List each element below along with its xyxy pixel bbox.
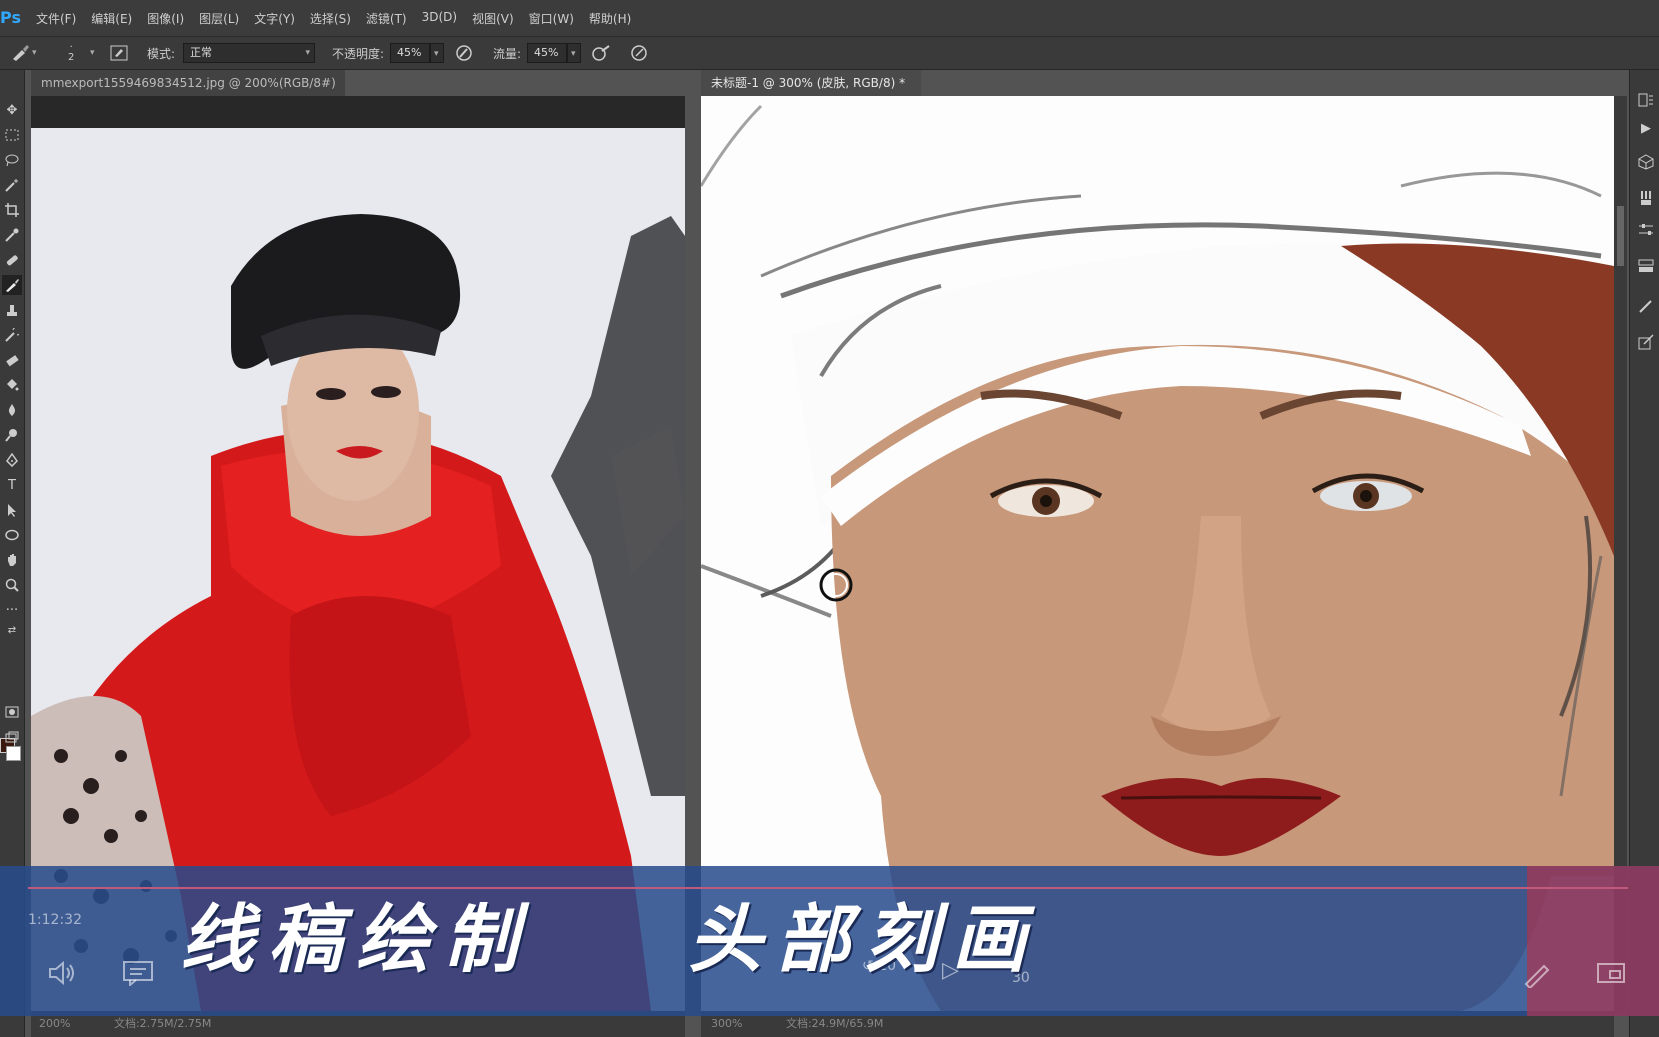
chevron-down-icon: ▾	[90, 48, 95, 58]
caption-line-art: 线稿绘制	[180, 897, 532, 983]
photoshop-logo: Ps	[0, 8, 21, 27]
lasso-tool-icon[interactable]	[2, 150, 22, 170]
menu-view[interactable]: 视图(V)	[472, 10, 514, 27]
menu-edit[interactable]: 编辑(E)	[91, 10, 132, 27]
clone-stamp-icon[interactable]	[2, 300, 22, 320]
type-tool-icon[interactable]: T	[2, 475, 22, 495]
volume-icon[interactable]	[48, 960, 78, 990]
chevron-down-icon: ▾	[32, 48, 37, 58]
menu-type[interactable]: 文字(Y)	[254, 10, 295, 27]
menu-filter[interactable]: 滤镜(T)	[366, 10, 407, 27]
airbrush-button[interactable]	[591, 37, 611, 69]
magic-wand-icon[interactable]	[2, 175, 22, 195]
brush-size-dropdown[interactable]: ▾	[90, 37, 95, 69]
swap-colors-icon[interactable]: ⇄	[2, 620, 22, 640]
zoom-tool-icon[interactable]	[2, 575, 22, 595]
quick-mask-icon[interactable]	[2, 702, 22, 722]
airbrush-icon	[592, 45, 610, 61]
eyedropper-icon[interactable]	[2, 225, 22, 245]
history-brush-icon[interactable]	[2, 325, 22, 345]
crop-tool-icon[interactable]	[2, 200, 22, 220]
mode-label: 模式:	[147, 46, 176, 61]
dodge-tool-icon[interactable]	[2, 425, 22, 445]
zoom-level[interactable]: 300%	[711, 1017, 742, 1030]
chevron-down-icon: ▾	[571, 49, 576, 59]
caption-head-detail: 头部刻画	[688, 897, 1040, 983]
menu-select[interactable]: 选择(S)	[310, 10, 351, 27]
flow-dropdown[interactable]: ▾	[567, 43, 581, 63]
brush-size-picker[interactable]: · 2	[68, 37, 74, 69]
flow-label: 流量:	[493, 46, 522, 61]
mode-select[interactable]: 正常 ▾	[183, 37, 315, 69]
menu-image[interactable]: 图像(I)	[147, 10, 184, 27]
adjustments-sliders-icon[interactable]	[1636, 220, 1656, 240]
background-color-swatch[interactable]	[6, 746, 21, 761]
opacity-dropdown[interactable]: ▾	[430, 43, 444, 63]
opacity-label: 不透明度:	[332, 46, 385, 61]
pressure-opacity-button[interactable]	[455, 37, 473, 69]
properties-panel-icon[interactable]	[1636, 332, 1656, 352]
zoom-level[interactable]: 200%	[39, 1017, 70, 1030]
3d-panel-icon[interactable]	[1636, 152, 1656, 172]
history-panel-icon[interactable]	[1636, 90, 1656, 110]
menu-3d[interactable]: 3D(D)	[422, 10, 457, 27]
path-selection-icon[interactable]	[2, 500, 22, 520]
pen-panel-icon[interactable]	[1636, 296, 1656, 316]
pencil-icon[interactable]	[1522, 958, 1552, 992]
paint-bucket-icon[interactable]	[2, 375, 22, 395]
scrollbar-thumb[interactable]	[1617, 206, 1624, 266]
pen-tool-icon[interactable]	[2, 450, 22, 470]
menu-window[interactable]: 窗口(W)	[529, 10, 574, 27]
healing-brush-icon[interactable]	[2, 250, 22, 270]
flow-input[interactable]: 45% ▾	[527, 37, 581, 69]
blur-tool-icon[interactable]	[2, 400, 22, 420]
danmaku-icon[interactable]	[122, 960, 154, 990]
opacity-input[interactable]: 45% ▾	[390, 37, 444, 69]
marquee-tool-icon[interactable]	[2, 125, 22, 145]
more-tools-icon[interactable]: ···	[2, 600, 22, 620]
menu-layer[interactable]: 图层(L)	[199, 10, 239, 27]
tab-untitled-painting[interactable]: 未标题-1 @ 300% (皮肤, RGB/8) * ×	[701, 70, 921, 116]
move-tool-icon[interactable]: ✥	[2, 100, 22, 120]
menu-items: 文件(F) 编辑(E) 图像(I) 图层(L) 文字(Y) 选择(S) 滤镜(T…	[36, 10, 631, 27]
chevron-down-icon: ▾	[305, 48, 310, 58]
chevron-down-icon: ▾	[434, 49, 439, 59]
menu-help[interactable]: 帮助(H)	[589, 10, 631, 27]
screen-mode-icon[interactable]	[2, 727, 22, 747]
mode-value: 正常	[190, 46, 212, 59]
fullscreen-icon[interactable]	[1596, 962, 1626, 988]
actions-play-icon[interactable]: ▶	[1636, 118, 1656, 138]
eraser-icon[interactable]	[2, 350, 22, 370]
brush-panel-toggle[interactable]	[110, 37, 128, 69]
document-size: 文档:24.9M/65.9M	[785, 1017, 884, 1030]
layers-panel-icon[interactable]	[1636, 256, 1656, 276]
brush-tool-preset[interactable]: ▾	[10, 37, 37, 69]
opacity-value[interactable]: 45%	[390, 43, 430, 63]
hand-tool-icon[interactable]	[2, 550, 22, 570]
brush-tool-icon[interactable]	[2, 275, 22, 295]
pressure-size-button[interactable]	[630, 37, 648, 69]
document-size: 文档:2.75M/2.75M	[113, 1017, 212, 1030]
brush-settings-icon[interactable]	[1636, 188, 1656, 208]
tab-reference-image[interactable]: mmexport1559469834512.jpg @ 200%(RGB/8#)…	[31, 70, 345, 116]
menu-bar: Ps 文件(F) 编辑(E) 图像(I) 图层(L) 文字(Y) 选择(S) 滤…	[0, 0, 1659, 37]
flow-value[interactable]: 45%	[527, 43, 567, 63]
brush-size-value: 2	[68, 52, 75, 63]
tab-title: 未标题-1 @ 300% (皮肤, RGB/8) *	[711, 76, 906, 90]
options-bar: ▾ · 2 ▾ 模式: 正常 ▾ 不透明度: 45% ▾ 流量: 45% ▾	[0, 37, 1659, 70]
video-timestamp: 1:12:32	[28, 912, 82, 928]
pen-pressure-icon	[456, 45, 472, 61]
menu-file[interactable]: 文件(F)	[36, 10, 76, 27]
brush-icon	[13, 45, 29, 61]
pen-pressure-size-icon	[631, 45, 647, 61]
ellipse-tool-icon[interactable]	[2, 525, 22, 545]
brush-panel-icon	[110, 45, 128, 61]
